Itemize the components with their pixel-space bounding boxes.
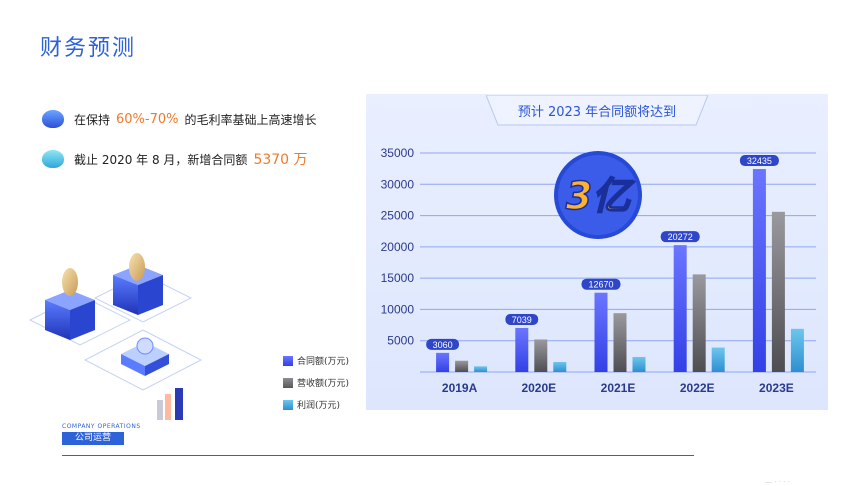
bar-2020E-s0 bbox=[515, 327, 529, 372]
bar-2022E-s1 bbox=[692, 274, 706, 372]
legend-swatch bbox=[283, 377, 293, 388]
x-tick-label: 2022E bbox=[680, 381, 715, 395]
banner-text: 预计 2023 年合同额将达到 bbox=[517, 105, 677, 120]
bar-2023E-s2 bbox=[790, 328, 804, 372]
bullet-margin: 在保持 60%-70% 的毛利率基础上高速增长 bbox=[42, 110, 317, 128]
x-tick-label: 2020E bbox=[521, 381, 556, 395]
y-tick-label: 15000 bbox=[381, 271, 415, 285]
bar-2019A-s0 bbox=[436, 352, 450, 372]
y-tick-label: 30000 bbox=[381, 177, 415, 191]
bar-2023E-s0 bbox=[752, 169, 766, 372]
bar-2022E-s0 bbox=[673, 245, 687, 372]
bar-chart: 5000 10000 15000 20000 25000 30000 35000 3060 20… bbox=[381, 146, 816, 395]
legend-label: 合同额(万元) bbox=[297, 357, 350, 367]
bar-2022E-s2 bbox=[711, 347, 725, 372]
cyan-bullet-icon bbox=[42, 150, 64, 168]
bullet-margin-highlight: 60%-70% bbox=[116, 111, 179, 127]
y-tick-label: 10000 bbox=[381, 302, 415, 316]
data-label: 20272 bbox=[668, 232, 693, 242]
blue-bullet-icon bbox=[42, 110, 64, 128]
bar-2021E-s1 bbox=[613, 313, 627, 372]
data-label: 7039 bbox=[512, 315, 532, 325]
x-tick-label: 2019A bbox=[442, 381, 478, 395]
legend-swatch bbox=[283, 399, 293, 410]
legend-item-contract: 合同额(万元) bbox=[283, 354, 349, 367]
y-tick-label: 20000 bbox=[381, 240, 415, 254]
legend-item-revenue: 营收额(万元) bbox=[283, 376, 349, 389]
x-tick-label: 2021E bbox=[601, 381, 636, 395]
badge-text: 3亿 bbox=[566, 174, 635, 218]
page-title: 财务预测 bbox=[40, 36, 137, 61]
bullet-margin-suffix: 的毛利率基础上高速增长 bbox=[184, 112, 317, 127]
legend-item-profit: 利润(万元) bbox=[283, 398, 340, 411]
bar-2021E-s2 bbox=[632, 356, 646, 372]
legend-swatch bbox=[283, 355, 293, 366]
y-tick-label: 35000 bbox=[381, 146, 415, 160]
bar-2019A-s1 bbox=[455, 360, 469, 372]
bar-2020E-s2 bbox=[553, 361, 567, 372]
footer-label: 公司运营 bbox=[62, 432, 124, 445]
legend-label: 营收额(万元) bbox=[297, 379, 350, 389]
bullet-contract-prefix: 截止 2020 年 8 月，新增合同额 bbox=[74, 152, 248, 167]
bar-2021E-s0 bbox=[594, 292, 608, 372]
bar-2019A-s2 bbox=[474, 366, 488, 372]
y-tick-label: 5000 bbox=[387, 334, 414, 348]
bar-2020E-s1 bbox=[534, 339, 548, 372]
bullet-contract-highlight: 5370 万 bbox=[253, 152, 308, 168]
bullet-margin-prefix: 在保持 bbox=[74, 112, 111, 127]
footer-label-en: COMPANY OPERATIONS bbox=[62, 423, 141, 430]
bullet-contract: 截止 2020 年 8 月，新增合同额 5370 万 bbox=[42, 149, 308, 169]
isometric-finance-illustration bbox=[28, 253, 203, 420]
data-label: 32435 bbox=[747, 156, 772, 166]
data-label: 3060 bbox=[433, 340, 453, 350]
data-label: 12670 bbox=[588, 280, 613, 290]
x-tick-label: 2023E bbox=[759, 381, 794, 395]
bar-2023E-s1 bbox=[771, 211, 785, 372]
legend-label: 利润(万元) bbox=[297, 401, 341, 411]
y-tick-label: 25000 bbox=[381, 209, 415, 223]
footer-divider bbox=[62, 455, 694, 456]
